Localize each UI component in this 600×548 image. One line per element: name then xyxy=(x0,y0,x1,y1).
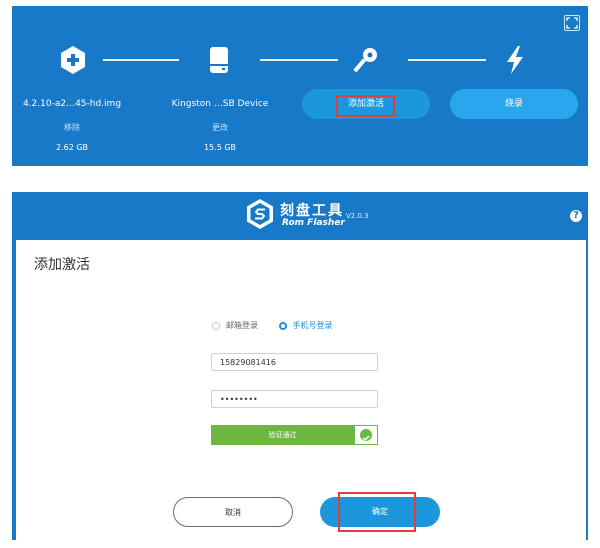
step-connector xyxy=(408,59,486,61)
phone-input[interactable]: 15829081416 xyxy=(211,353,378,371)
lightning-icon[interactable] xyxy=(499,44,531,76)
drive-icon[interactable] xyxy=(203,44,235,76)
check-icon xyxy=(360,429,372,442)
highlight-box xyxy=(336,95,395,117)
cancel-button[interactable]: 取消 xyxy=(173,497,293,527)
app-title: 刻盘工具 xyxy=(280,203,344,219)
change-device-link[interactable]: 更改 xyxy=(165,122,275,133)
login-method-group: 邮箱登录 手机号登录 xyxy=(212,320,351,331)
add-activation-dialog: 添加激活 邮箱登录 手机号登录 15829081416 •••••••• 验证通… xyxy=(16,240,586,542)
email-login-radio[interactable] xyxy=(212,321,220,330)
image-size: 2.62 GB xyxy=(55,143,89,152)
flash-steps-panel: 4.2.10-a2…45-hd.img 移除 2.62 GB Kingston … xyxy=(12,6,588,166)
phone-login-radio[interactable] xyxy=(278,321,287,330)
plus-icon[interactable] xyxy=(57,44,89,76)
key-icon[interactable] xyxy=(350,44,382,76)
expand-icon[interactable] xyxy=(564,15,580,31)
highlight-box xyxy=(338,492,416,532)
app-version: V2.0.3 xyxy=(346,212,369,220)
verify-slider[interactable]: 验证通过 xyxy=(211,425,354,445)
step-connector xyxy=(260,59,338,61)
dialog-title: 添加激活 xyxy=(34,257,90,273)
step-connector xyxy=(103,59,179,61)
device-size: 15.5 GB xyxy=(203,143,237,152)
verify-success xyxy=(354,425,378,445)
app-logo-icon xyxy=(247,199,273,229)
remove-image-link[interactable]: 移除 xyxy=(17,122,127,133)
flash-button[interactable]: 烧录 xyxy=(450,89,578,119)
password-input[interactable]: •••••••• xyxy=(211,390,378,408)
phone-login-label[interactable]: 手机号登录 xyxy=(293,321,333,330)
email-login-label[interactable]: 邮箱登录 xyxy=(226,321,258,330)
image-file-name: 4.2.10-a2…45-hd.img xyxy=(22,99,122,109)
help-icon[interactable]: ? xyxy=(570,210,582,222)
app-subtitle: Rom Flasher xyxy=(282,218,345,228)
device-name: Kingston …SB Device xyxy=(171,99,269,109)
